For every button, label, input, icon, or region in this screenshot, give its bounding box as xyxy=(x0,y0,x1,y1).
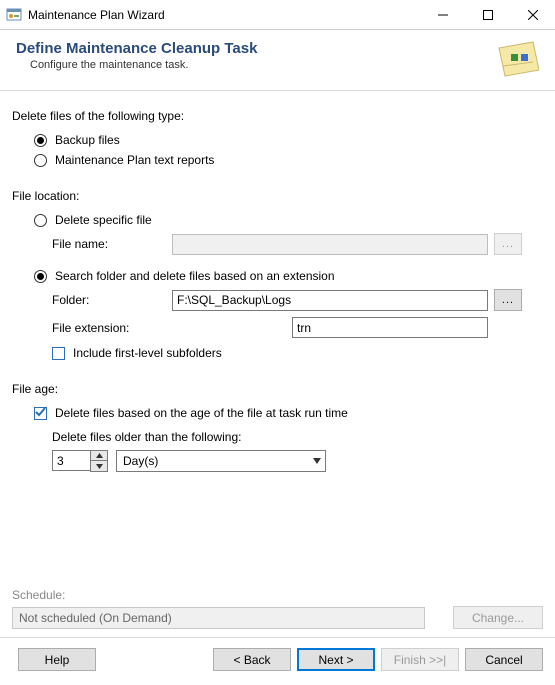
finish-button: Finish >>| xyxy=(381,648,459,671)
spinner-up-button[interactable] xyxy=(91,451,107,461)
radio-backup-files[interactable] xyxy=(34,134,47,147)
radio-backup-files-label: Backup files xyxy=(55,133,120,147)
back-button[interactable]: < Back xyxy=(213,648,291,671)
change-schedule-button: Change... xyxy=(453,606,543,629)
radio-delete-specific[interactable] xyxy=(34,214,47,227)
checkbox-delete-by-age-label: Delete files based on the age of the fil… xyxy=(55,406,348,420)
spinner-down-button[interactable] xyxy=(91,461,107,471)
schedule-label: Schedule: xyxy=(12,588,543,602)
next-button[interactable]: Next > xyxy=(297,648,375,671)
age-number-input[interactable] xyxy=(52,450,90,471)
page-subtitle: Configure the maintenance task. xyxy=(30,59,493,71)
age-unit-value: Day(s) xyxy=(123,454,158,468)
wizard-header: Define Maintenance Cleanup Task Configur… xyxy=(0,30,555,90)
folder-input[interactable] xyxy=(172,290,488,311)
folder-label: Folder: xyxy=(52,293,172,307)
extension-label: File extension: xyxy=(52,321,292,335)
window-title: Maintenance Plan Wizard xyxy=(28,8,420,22)
maximize-button[interactable] xyxy=(465,0,510,30)
wizard-footer: Help < Back Next > Finish >>| Cancel xyxy=(0,637,555,685)
filename-label: File name: xyxy=(52,237,172,251)
title-bar: Maintenance Plan Wizard xyxy=(0,0,555,30)
radio-search-folder[interactable] xyxy=(34,270,47,283)
radio-text-reports[interactable] xyxy=(34,154,47,167)
app-icon xyxy=(6,7,22,23)
checkbox-include-subfolders[interactable] xyxy=(52,347,65,360)
help-button[interactable]: Help xyxy=(18,648,96,671)
cancel-button[interactable]: Cancel xyxy=(465,648,543,671)
radio-delete-specific-label: Delete specific file xyxy=(55,213,152,227)
filename-input xyxy=(172,234,488,255)
radio-text-reports-label: Maintenance Plan text reports xyxy=(55,153,214,167)
checkbox-delete-by-age[interactable] xyxy=(34,407,47,420)
file-location-label: File location: xyxy=(12,189,543,203)
filename-browse-button: ... xyxy=(494,233,522,255)
radio-search-folder-label: Search folder and delete files based on … xyxy=(55,269,335,283)
checkbox-include-subfolders-label: Include first-level subfolders xyxy=(73,346,222,360)
minimize-button[interactable] xyxy=(420,0,465,30)
older-than-label: Delete files older than the following: xyxy=(52,430,543,444)
extension-input[interactable] xyxy=(292,317,488,338)
file-age-label: File age: xyxy=(12,382,543,396)
chevron-down-icon xyxy=(313,458,321,464)
age-unit-select[interactable]: Day(s) xyxy=(116,450,326,472)
page-title: Define Maintenance Cleanup Task xyxy=(16,40,493,57)
age-number-spinner[interactable] xyxy=(52,450,108,472)
file-type-label: Delete files of the following type: xyxy=(12,109,543,123)
close-button[interactable] xyxy=(510,0,555,30)
wizard-icon xyxy=(493,40,539,80)
schedule-field: Not scheduled (On Demand) xyxy=(12,607,425,629)
folder-browse-button[interactable]: ... xyxy=(494,289,522,311)
